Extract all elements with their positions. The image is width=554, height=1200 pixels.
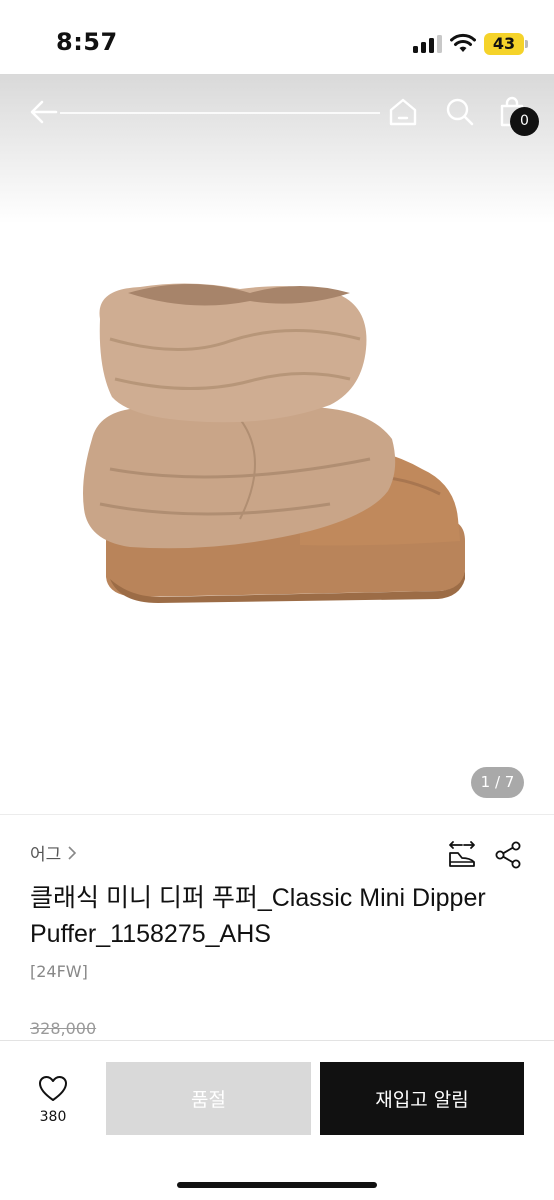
- share-icon: [495, 841, 521, 869]
- original-price: 328,000: [30, 1019, 97, 1038]
- like-button[interactable]: 380: [28, 1075, 78, 1131]
- size-compare-button[interactable]: [445, 838, 479, 872]
- search-button[interactable]: [442, 94, 478, 130]
- cellular-signal-icon: [413, 35, 443, 53]
- heart-icon: [39, 1076, 67, 1101]
- gallery-page-indicator: 1 / 7: [471, 767, 524, 798]
- compare-shoe-icon: [449, 841, 475, 867]
- battery-tip: [525, 40, 528, 48]
- home-indicator: [177, 1182, 377, 1188]
- product-title: 클래식 미니 디퍼 푸퍼_Classic Mini Dipper Puffer_…: [30, 884, 486, 948]
- product-gallery[interactable]: 0 1 / 7: [0, 74, 554, 814]
- arrow-left-icon: [30, 100, 58, 124]
- like-count: 380: [39, 1109, 67, 1125]
- search-icon: [446, 98, 474, 126]
- soldout-button: 품절: [106, 1062, 311, 1135]
- brand-link[interactable]: 어그: [30, 840, 77, 865]
- bottom-action-bar: 380 품절 재입고 알림: [0, 1040, 554, 1200]
- battery-indicator: 43: [484, 33, 524, 55]
- home-icon: [389, 98, 417, 126]
- cart-count-badge: 0: [510, 107, 539, 136]
- home-button[interactable]: [385, 94, 421, 130]
- header-line: [60, 112, 380, 114]
- status-time: 8:57: [56, 28, 118, 56]
- section-divider: [0, 814, 554, 815]
- wifi-icon: [450, 33, 476, 52]
- chevron-right-icon: [68, 845, 77, 860]
- back-button[interactable]: [26, 94, 62, 130]
- restock-alert-button[interactable]: 재입고 알림: [320, 1062, 524, 1135]
- season-tag: [24FW]: [30, 962, 88, 981]
- share-button[interactable]: [491, 838, 525, 872]
- status-bar: 8:57 43: [0, 0, 554, 74]
- product-image: [83, 283, 465, 603]
- brand-name: 어그: [30, 845, 62, 865]
